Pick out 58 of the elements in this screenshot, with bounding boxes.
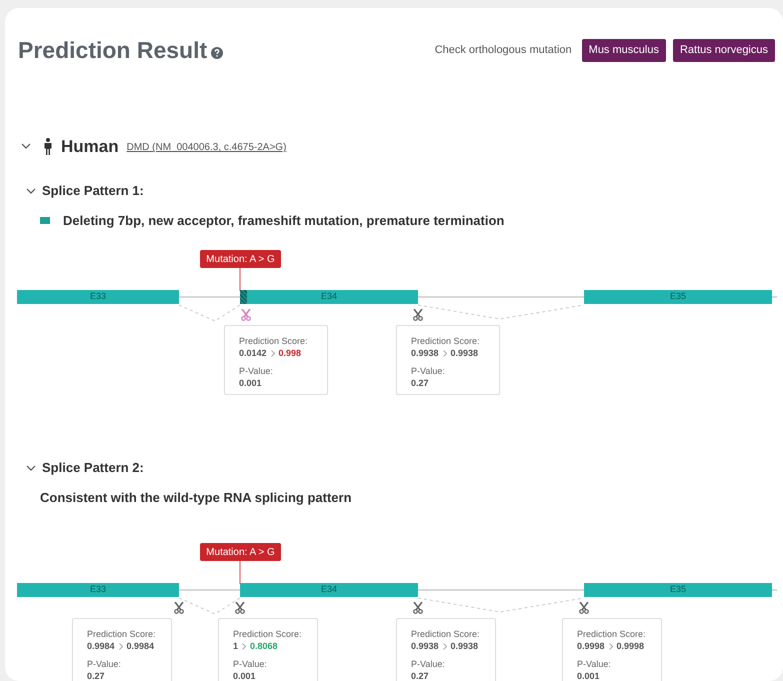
score-after: 0.9938 — [450, 347, 478, 359]
pvalue-label: P-Value: — [87, 658, 122, 670]
score-before: 0.0142 — [239, 347, 267, 359]
score-after: 0.9938 — [450, 640, 478, 652]
person-icon — [43, 138, 53, 155]
pvalue-label: P-Value: — [411, 365, 446, 377]
score-label: Prediction Score: — [239, 335, 309, 347]
pattern-title: Splice Pattern 2: — [42, 459, 144, 477]
intron-line — [179, 296, 240, 298]
exon-bar: E33 — [17, 583, 179, 597]
score-after: 0.9998 — [616, 640, 644, 652]
score-label: Prediction Score: — [411, 335, 481, 347]
exon-bar: E33 — [17, 290, 179, 304]
pvalue: 0.27 — [87, 670, 106, 681]
pattern-title: Splice Pattern 1: — [42, 182, 144, 200]
pvalue-label: P-Value: — [577, 658, 612, 670]
intron-line — [772, 296, 777, 298]
junction-line — [178, 304, 240, 322]
exon-bar: E34 — [240, 583, 418, 597]
intron-line — [772, 589, 777, 591]
score-before: 0.9998 — [577, 640, 605, 652]
score-label: Prediction Score: — [233, 628, 303, 640]
pattern-description: Consistent with the wild-type RNA splicing pattern — [40, 488, 352, 507]
mutation-label: Mutation: A > G — [200, 543, 281, 561]
exon-bar: E35 — [584, 290, 772, 304]
score-before: 0.9938 — [411, 640, 439, 652]
pvalue: 0.001 — [239, 377, 263, 389]
score-label: Prediction Score: — [411, 628, 481, 640]
chevron-icon[interactable] — [21, 141, 31, 152]
chevron-icon[interactable] — [26, 462, 36, 473]
score-after: 0.9984 — [126, 640, 154, 652]
score-after: 0.8068 — [250, 640, 278, 652]
species-button[interactable]: Mus musculus — [582, 38, 666, 62]
pattern-description: Deleting 7bp, new acceptor, frameshift mutation, premature termination — [63, 212, 504, 230]
ortholog-label: Check orthologous mutation — [434, 43, 572, 58]
species-name: Human — [61, 136, 119, 158]
score-label: Prediction Score: — [577, 628, 647, 640]
score-label: Prediction Score: — [87, 628, 157, 640]
pvalue: 0.27 — [411, 377, 430, 389]
score-before: 0.9938 — [411, 347, 439, 359]
page-title: Prediction Result — [18, 36, 208, 65]
pvalue: 0.001 — [577, 670, 601, 681]
chevron-icon[interactable] — [26, 186, 36, 196]
score-after: 0.998 — [278, 347, 302, 359]
score-before: 1 — [233, 640, 238, 652]
exon-bar: E35 — [584, 583, 772, 597]
pvalue-label: P-Value: — [233, 658, 268, 670]
score-before: 0.9984 — [87, 640, 115, 652]
junction-line — [178, 598, 240, 615]
pvalue: 0.001 — [233, 670, 257, 681]
species-button[interactable]: Rattus norvegicus — [672, 38, 775, 62]
intron-line — [179, 589, 240, 591]
pvalue: 0.27 — [411, 670, 430, 681]
mutation-label: Mutation: A > G — [200, 250, 281, 268]
pvalue-label: P-Value: — [411, 658, 446, 670]
pvalue-label: P-Value: — [239, 365, 274, 377]
transcript-link[interactable]: DMD (NM_004006.3, c.4675-2A>G) — [126, 140, 286, 156]
help-icon[interactable] — [211, 46, 224, 59]
